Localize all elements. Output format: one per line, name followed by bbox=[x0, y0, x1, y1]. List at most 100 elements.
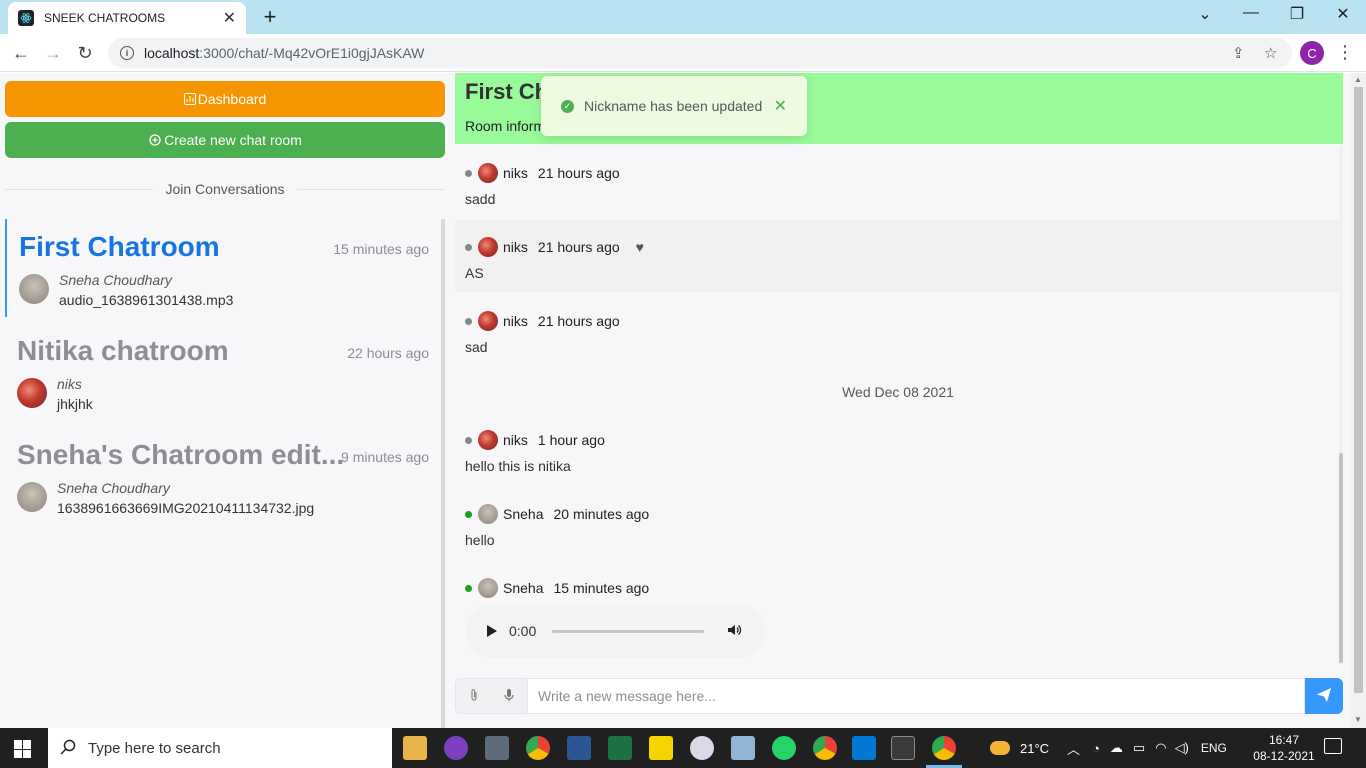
dashboard-label: Dashboard bbox=[197, 91, 267, 107]
word-icon[interactable] bbox=[567, 736, 591, 760]
avatar[interactable] bbox=[478, 504, 498, 524]
scroll-up-icon[interactable]: ▲ bbox=[1354, 75, 1362, 84]
snipping-tool-icon[interactable] bbox=[690, 736, 714, 760]
message-time: 15 minutes ago bbox=[553, 580, 650, 596]
message-item: niks 21 hours ago sad bbox=[455, 294, 1341, 366]
message-time: 21 hours ago bbox=[537, 239, 620, 255]
battery-icon[interactable]: ▭ bbox=[1133, 740, 1145, 756]
message-author[interactable]: niks bbox=[503, 432, 528, 448]
site-info-icon[interactable]: i bbox=[120, 46, 134, 60]
search-placeholder: Type here to search bbox=[88, 739, 221, 757]
avatar[interactable] bbox=[478, 430, 498, 450]
message-author[interactable]: Sneha bbox=[503, 506, 543, 522]
browser-menu-icon[interactable]: ⋮ bbox=[1336, 42, 1354, 63]
dashboard-icon bbox=[183, 93, 196, 105]
profile-avatar[interactable]: C bbox=[1300, 41, 1324, 65]
create-chat-icon bbox=[148, 133, 162, 147]
language-indicator[interactable]: ENG bbox=[1201, 741, 1227, 755]
restore-icon[interactable]: ❐ bbox=[1285, 4, 1309, 24]
chat-scrollbar-thumb[interactable] bbox=[1339, 453, 1343, 663]
notification-icon[interactable] bbox=[1324, 738, 1342, 754]
excel-icon[interactable] bbox=[608, 736, 632, 760]
tray-chevron-icon[interactable]: ︿ bbox=[1067, 739, 1080, 758]
speaker-icon[interactable]: ◁) bbox=[1175, 740, 1189, 756]
chatroom-item[interactable]: Nitika chatroom 22 hours ago niks jhkjhk bbox=[5, 323, 441, 421]
avatar[interactable] bbox=[478, 578, 498, 598]
search-icon bbox=[60, 739, 76, 758]
message-item: niks 21 hours ago sadd bbox=[455, 146, 1341, 218]
dashboard-button[interactable]: Dashboard bbox=[5, 81, 445, 117]
chrome-profile-icon[interactable] bbox=[813, 736, 837, 760]
weather-icon[interactable] bbox=[990, 741, 1010, 755]
tab-close-icon[interactable]: ✕ bbox=[223, 8, 236, 28]
chrome-active-icon[interactable] bbox=[932, 736, 956, 760]
message-time: 1 hour ago bbox=[537, 432, 605, 448]
message-time: 21 hours ago bbox=[537, 165, 620, 181]
whatsapp-icon[interactable] bbox=[772, 736, 796, 760]
heart-icon[interactable]: ♥ bbox=[636, 239, 644, 255]
taskbar-clock[interactable]: 16:47 08-12-2021 bbox=[1248, 732, 1320, 764]
chatroom-item[interactable]: First Chatroom 15 minutes ago Sneha Chou… bbox=[5, 219, 441, 317]
chrome-icon[interactable] bbox=[526, 736, 550, 760]
terminal-icon[interactable] bbox=[891, 736, 915, 760]
onedrive-icon[interactable]: ☁ bbox=[1110, 740, 1123, 756]
message-author[interactable]: niks bbox=[503, 165, 528, 181]
address-bar: ← → ↻ i localhost:3000/chat/-Mq42vOrE1i0… bbox=[0, 34, 1366, 72]
media-app-icon[interactable] bbox=[444, 736, 468, 760]
microphone-icon[interactable] bbox=[503, 688, 515, 705]
message-author[interactable]: niks bbox=[503, 239, 528, 255]
room-information-link[interactable]: Room inform bbox=[465, 118, 545, 134]
forward-icon[interactable]: → bbox=[40, 40, 66, 66]
chatroom-last-message: audio_1638961301438.mp3 bbox=[59, 292, 234, 308]
network-icon[interactable]: ◔ bbox=[1092, 741, 1100, 756]
status-dot bbox=[465, 510, 472, 518]
audio-seek-bar[interactable] bbox=[552, 629, 705, 633]
system-tray: 21°C ︿ ◔ ☁ ▭ ◠ ◁) ENG bbox=[990, 728, 1227, 768]
windows-start-icon[interactable] bbox=[14, 740, 32, 758]
play-icon[interactable] bbox=[487, 625, 497, 637]
message-text: hello bbox=[465, 532, 495, 548]
tab-search-icon[interactable]: ⌄ bbox=[1193, 4, 1217, 24]
attachment-icon[interactable] bbox=[468, 688, 480, 705]
vscode-icon[interactable] bbox=[852, 736, 876, 760]
message-author[interactable]: Sneha bbox=[503, 580, 543, 596]
chatroom-time: 22 hours ago bbox=[347, 345, 429, 361]
minimize-icon[interactable]: — bbox=[1239, 4, 1263, 22]
scroll-down-icon[interactable]: ▼ bbox=[1354, 715, 1362, 724]
back-icon[interactable]: ← bbox=[8, 40, 34, 66]
create-chatroom-button[interactable]: Create new chat room bbox=[5, 122, 445, 158]
share-icon[interactable]: ⇪ bbox=[1232, 44, 1245, 62]
browser-tab[interactable]: SNEEK CHATROOMS ✕ bbox=[8, 2, 246, 34]
wifi-icon[interactable]: ◠ bbox=[1155, 740, 1166, 756]
reload-icon[interactable]: ↻ bbox=[72, 40, 98, 66]
bookmark-star-icon[interactable]: ☆ bbox=[1264, 44, 1277, 62]
file-explorer-icon[interactable] bbox=[403, 736, 427, 760]
url-field[interactable]: i localhost:3000/chat/-Mq42vOrE1i0gjJAsK… bbox=[108, 38, 1292, 68]
check-circle-icon: ✓ bbox=[561, 99, 574, 113]
weather-temp[interactable]: 21°C bbox=[1020, 741, 1049, 756]
message-input[interactable] bbox=[527, 678, 1305, 714]
avatar[interactable] bbox=[478, 163, 498, 183]
avatar[interactable] bbox=[478, 237, 498, 257]
toast-close-icon[interactable]: ✕ bbox=[774, 96, 787, 116]
message-author[interactable]: niks bbox=[503, 313, 528, 329]
page-scrollbar-thumb[interactable] bbox=[1354, 87, 1363, 693]
page-scrollbar[interactable]: ▲ ▼ bbox=[1351, 73, 1366, 728]
chatroom-list: First Chatroom 15 minutes ago Sneha Chou… bbox=[5, 219, 445, 728]
volume-icon[interactable] bbox=[726, 622, 742, 641]
status-dot bbox=[465, 317, 472, 325]
sticky-notes-icon[interactable] bbox=[649, 736, 673, 760]
message-item: niks 1 hour ago hello this is nitika bbox=[455, 413, 1341, 485]
new-tab-icon[interactable]: + bbox=[258, 4, 282, 30]
status-dot bbox=[465, 436, 472, 444]
react-logo-icon bbox=[18, 10, 34, 26]
url-path: :3000/chat/-Mq42vOrE1i0gjJAsKAW bbox=[199, 45, 425, 61]
taskbar-search[interactable]: Type here to search bbox=[48, 728, 392, 768]
chatroom-item[interactable]: Sneha's Chatroom edit... 9 minutes ago S… bbox=[5, 427, 441, 525]
calculator-icon[interactable] bbox=[485, 736, 509, 760]
send-button[interactable] bbox=[1305, 678, 1343, 714]
notes-app-icon[interactable] bbox=[731, 736, 755, 760]
avatar[interactable] bbox=[478, 311, 498, 331]
app: Dashboard Create new chat room Join Conv… bbox=[0, 73, 1366, 728]
close-window-icon[interactable]: ✕ bbox=[1331, 4, 1355, 24]
